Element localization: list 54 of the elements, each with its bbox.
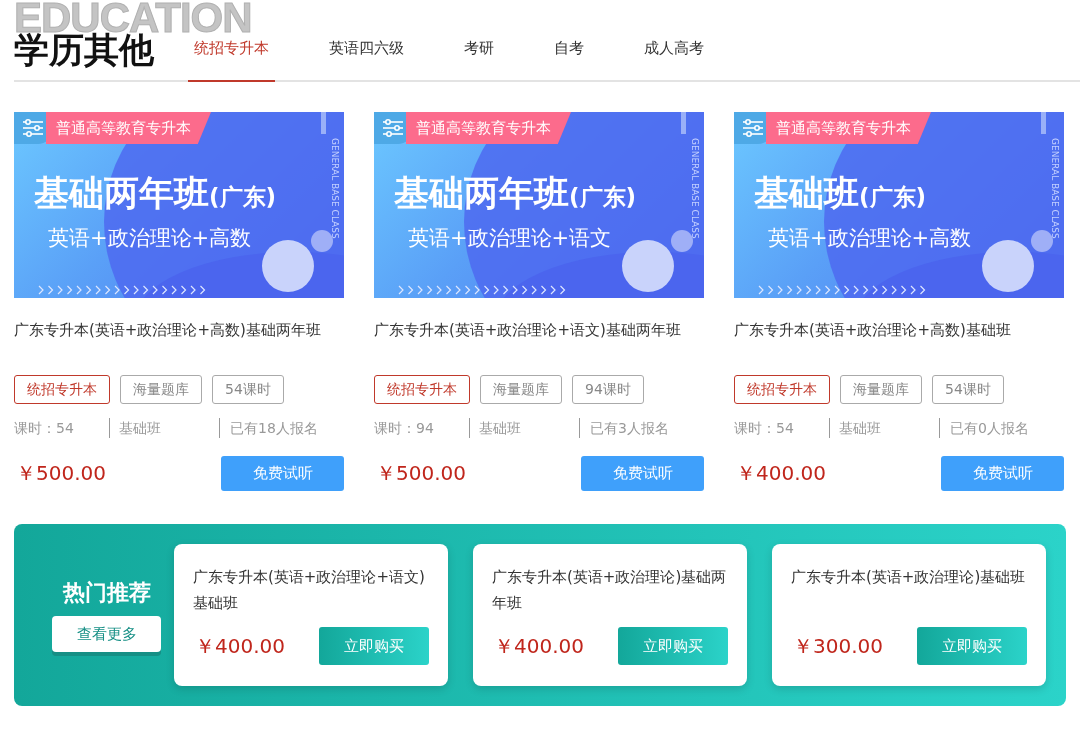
category-tab[interactable]: 统招专升本 <box>188 41 275 82</box>
recommend-title[interactable]: 广东专升本(英语+政治理论+语文)基础班 <box>193 564 429 624</box>
category-tab[interactable]: 自考 <box>554 41 584 82</box>
banner-badge: 普通高等教育专升本 <box>406 112 571 144</box>
banner-badge: 普通高等教育专升本 <box>46 112 211 144</box>
banner-subjects: 英语+政治理论+语文 <box>408 225 612 252</box>
course-title[interactable]: 广东专升本(英语+政治理论+高数)基础两年班 <box>14 321 344 375</box>
banner-subjects: 英语+政治理论+高数 <box>768 225 972 252</box>
sliders-icon <box>22 118 44 138</box>
course-tag: 统招专升本 <box>374 375 470 404</box>
banner-headline: 基础班(广东) <box>754 176 927 211</box>
course-title[interactable]: 广东专升本(英语+政治理论+高数)基础班 <box>734 321 1064 375</box>
class-type: 基础班 <box>469 418 579 438</box>
course-price: ￥500.00 <box>375 460 466 487</box>
banner-side-text: GENERAL BASE CLASS <box>690 138 700 239</box>
course-hours: 课时：94 <box>374 419 435 438</box>
stripe-decoration <box>681 112 686 134</box>
banner-headline: 基础两年班(广东) <box>34 176 277 211</box>
course-tag: 54课时 <box>932 375 1004 404</box>
category-tab[interactable]: 英语四六级 <box>329 41 404 82</box>
recommend-price: ￥300.00 <box>792 632 883 660</box>
banner-headline: 基础两年班(广东) <box>394 176 637 211</box>
recommend-heading: 热门推荐 <box>62 579 151 607</box>
recommend-price: ￥400.00 <box>493 632 584 660</box>
recommend-price: ￥400.00 <box>194 632 285 660</box>
enrolled-count: 已有0人报名 <box>939 418 1064 438</box>
class-type: 基础班 <box>109 418 219 438</box>
course-title[interactable]: 广东专升本(英语+政治理论+语文)基础两年班 <box>374 321 704 375</box>
recommend-title[interactable]: 广东专升本(英语+政治理论)基础两年班 <box>492 564 728 624</box>
course-price: ￥500.00 <box>15 460 106 487</box>
banner-side-text: GENERAL BASE CLASS <box>1050 138 1060 239</box>
course-tag: 94课时 <box>572 375 644 404</box>
banner-subjects: 英语+政治理论+高数 <box>48 225 252 252</box>
enrolled-count: 已有3人报名 <box>579 418 704 438</box>
course-tag: 统招专升本 <box>734 375 830 404</box>
sliders-icon <box>742 118 764 138</box>
category-tab[interactable]: 考研 <box>464 41 494 82</box>
course-hours: 课时：54 <box>734 419 795 438</box>
enrolled-count: 已有18人报名 <box>219 418 344 438</box>
course-tag: 统招专升本 <box>14 375 110 404</box>
sliders-icon <box>382 118 404 138</box>
course-price: ￥400.00 <box>735 460 826 487</box>
course-tag: 54课时 <box>212 375 284 404</box>
banner-badge: 普通高等教育专升本 <box>766 112 931 144</box>
course-hours: 课时：54 <box>14 419 75 438</box>
stripe-decoration <box>321 112 326 134</box>
category-tab[interactable]: 成人高考 <box>644 41 704 82</box>
course-tag: 海量题库 <box>480 375 562 404</box>
course-tag: 海量题库 <box>840 375 922 404</box>
stripe-decoration <box>1041 112 1046 134</box>
banner-side-text: GENERAL BASE CLASS <box>330 138 340 239</box>
class-type: 基础班 <box>829 418 939 438</box>
course-tag: 海量题库 <box>120 375 202 404</box>
recommend-title[interactable]: 广东专升本(英语+政治理论)基础班 <box>791 564 1027 624</box>
